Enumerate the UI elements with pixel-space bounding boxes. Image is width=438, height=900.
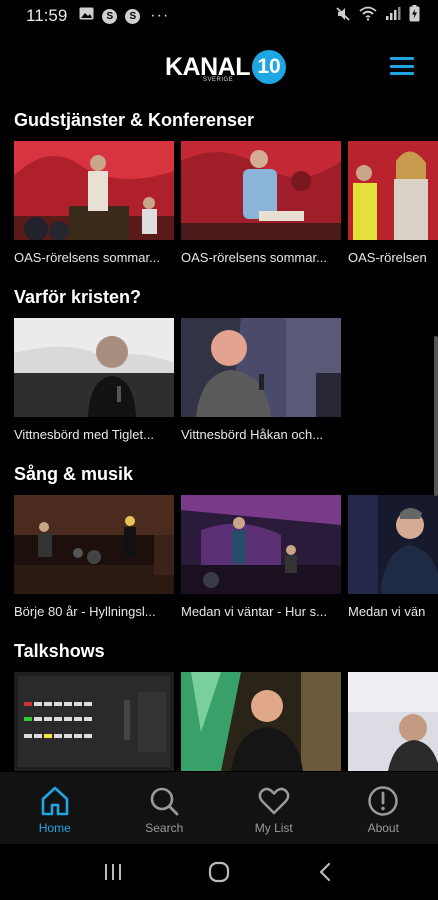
- video-card[interactable]: [14, 672, 174, 772]
- s-app-icon: S: [125, 8, 141, 24]
- nav-home[interactable]: Home: [0, 772, 110, 844]
- video-row[interactable]: OAS-rörelsens sommar... OAS-rörelsens so…: [14, 141, 438, 265]
- heart-icon: [258, 787, 290, 815]
- nav-label: Search: [145, 821, 184, 835]
- video-thumbnail[interactable]: [181, 495, 341, 594]
- video-title: Vittnesbörd Håkan och...: [181, 427, 324, 442]
- video-card[interactable]: Börje 80 år - Hyllningsl...: [14, 495, 174, 619]
- info-icon: [368, 786, 398, 816]
- video-title: OAS-rörelsens sommar...: [14, 250, 160, 265]
- wifi-icon: [359, 6, 377, 26]
- nav-my-list[interactable]: My List: [219, 772, 329, 844]
- video-thumbnail[interactable]: [14, 141, 174, 240]
- home-icon: [41, 786, 69, 816]
- logo-number: 10: [252, 50, 286, 84]
- video-title: OAS-rörelsens sommar...: [181, 250, 327, 265]
- bottom-nav: Home Search My List About: [0, 772, 438, 844]
- recent-apps-icon[interactable]: [93, 852, 133, 892]
- video-card[interactable]: OAS-rörelsens sommar...: [181, 141, 341, 265]
- video-card[interactable]: Medan vi väntar - Hur s...: [181, 495, 341, 619]
- nav-search[interactable]: Search: [110, 772, 220, 844]
- video-thumbnail[interactable]: [181, 672, 341, 771]
- video-card[interactable]: Medan vi vän: [348, 495, 438, 619]
- status-bar: 11:59 S S ···: [0, 0, 438, 32]
- video-title: Vittnesbörd med Tiglet...: [14, 427, 154, 442]
- battery-icon: [409, 5, 420, 27]
- video-card[interactable]: OAS-rörelsen: [348, 141, 438, 265]
- video-thumbnail[interactable]: [348, 141, 438, 240]
- gallery-icon: [79, 7, 94, 25]
- video-card[interactable]: Vittnesbörd Håkan och...: [181, 318, 341, 442]
- logo-text: KANAL: [165, 52, 251, 81]
- section-title: Sång & musik: [14, 464, 134, 484]
- video-row[interactable]: Börje 80 år - Hyllningsl... Medan vi vän…: [14, 495, 438, 619]
- kanal10-logo[interactable]: KANAL SVERIGE 10: [165, 50, 286, 84]
- video-thumbnail[interactable]: [14, 672, 174, 771]
- video-title: Börje 80 år - Hyllningsl...: [14, 604, 156, 619]
- nav-label: My List: [254, 821, 293, 835]
- section-title: Gudstjänster & Konferenser: [14, 110, 255, 130]
- section-title: Varför kristen?: [14, 287, 142, 307]
- video-title: Medan vi väntar - Hur s...: [181, 604, 327, 619]
- home-feed[interactable]: Gudstjänster & Konferenser OAS-rörelsens…: [0, 104, 438, 772]
- video-thumbnail[interactable]: [181, 141, 341, 240]
- video-row[interactable]: Vittnesbörd med Tiglet... Vittnesbörd Hå…: [14, 318, 341, 442]
- video-thumbnail[interactable]: [348, 672, 438, 771]
- nav-label: About: [367, 821, 399, 835]
- video-title: OAS-rörelsen: [348, 250, 427, 265]
- video-row[interactable]: [14, 672, 438, 772]
- mute-icon: [335, 6, 351, 27]
- video-title: Medan vi vän: [348, 604, 426, 619]
- status-left-icons: S S ···: [79, 7, 169, 25]
- home-circle-icon[interactable]: [199, 852, 239, 892]
- status-right-icons: [335, 5, 420, 27]
- system-nav-bar: [0, 844, 438, 900]
- app-header: KANAL SVERIGE 10: [0, 32, 438, 104]
- video-card[interactable]: Vittnesbörd med Tiglet...: [14, 318, 174, 442]
- signal-icon: [385, 6, 401, 26]
- search-icon: [150, 787, 179, 816]
- s-app-icon: S: [102, 8, 118, 24]
- hamburger-menu-icon[interactable]: [390, 57, 414, 75]
- video-thumbnail[interactable]: [14, 495, 174, 594]
- video-card[interactable]: [181, 672, 341, 772]
- video-thumbnail[interactable]: [14, 318, 174, 417]
- video-card[interactable]: OAS-rörelsens sommar...: [14, 141, 174, 265]
- scrollbar[interactable]: [434, 336, 438, 496]
- nav-label: Home: [38, 821, 71, 835]
- nav-about[interactable]: About: [329, 772, 438, 844]
- status-time: 11:59: [26, 6, 68, 25]
- logo-subtitle: SVERIGE: [203, 77, 234, 83]
- video-thumbnail[interactable]: [348, 495, 438, 594]
- back-icon[interactable]: [305, 852, 345, 892]
- more-dots-icon: ···: [150, 7, 170, 24]
- video-thumbnail[interactable]: [181, 318, 341, 417]
- video-card[interactable]: [348, 672, 438, 772]
- section-title: Talkshows: [14, 641, 105, 661]
